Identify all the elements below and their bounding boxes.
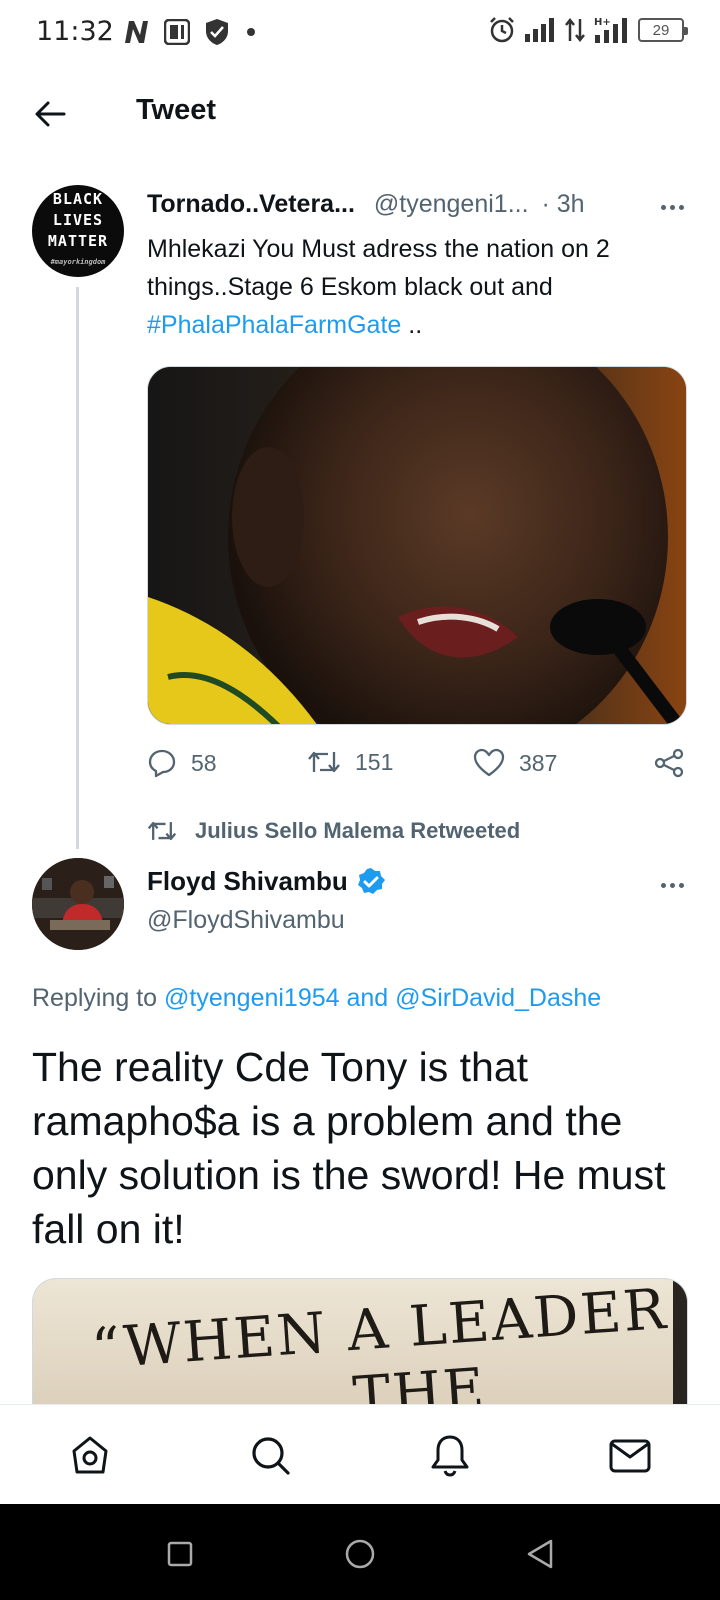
retweet-icon: [147, 821, 177, 841]
hashtag-link[interactable]: #PhalaPhalaFarmGate: [147, 311, 401, 339]
heart-icon: [473, 748, 505, 777]
page-title: Tweet: [136, 94, 217, 126]
search-icon[interactable]: [246, 1431, 294, 1479]
reply-count: 58: [191, 749, 217, 776]
top-bar: Tweet: [0, 70, 720, 154]
dot-icon: [244, 25, 258, 39]
replying-prefix: Replying to: [32, 984, 165, 1012]
retweet-icon: [308, 751, 340, 773]
replying-user-link[interactable]: @tyengeni1954: [164, 984, 340, 1012]
shield-icon: [204, 18, 230, 46]
retweeted-by-text: Julius Sello Malema Retweeted: [195, 818, 521, 843]
tweet-actions: 58 151 387: [147, 748, 692, 788]
signal-icon: [524, 18, 556, 42]
parking-notification-icon: [164, 19, 190, 45]
bottom-nav: [0, 1404, 720, 1504]
avatar-photo: [32, 858, 124, 950]
data-arrows-icon: [564, 17, 586, 43]
reply-icon: [148, 749, 176, 778]
tweet-text: Mhlekazi You Must adress the nation on 2…: [147, 230, 687, 344]
share-button[interactable]: [653, 748, 685, 778]
author-name[interactable]: Floyd Shivambu: [147, 866, 348, 897]
system-nav-bar: [0, 1504, 720, 1600]
tweet-text-tail: ..: [401, 311, 423, 339]
thread-line: [76, 287, 79, 849]
image-edge: [673, 1279, 687, 1408]
like-button[interactable]: 387: [473, 748, 557, 778]
retweeted-banner[interactable]: Julius Sello Malema Retweeted: [147, 818, 520, 844]
retweet-count: 151: [355, 748, 394, 775]
recents-icon[interactable]: [160, 1534, 200, 1574]
avatar-text-line: BLACK: [52, 190, 104, 208]
status-time: 11:32: [36, 16, 114, 47]
tweet-header: Tornado..Vetera... @tyengeni1... · 3h: [147, 190, 585, 219]
more-options-icon[interactable]: [652, 870, 692, 900]
back-triangle-icon[interactable]: [520, 1534, 560, 1574]
svg-text:H+: H+: [594, 17, 611, 28]
notifications-icon[interactable]: [426, 1431, 474, 1479]
photo-illustration: [148, 367, 686, 724]
author-name[interactable]: Tornado..Vetera...: [147, 190, 355, 218]
battery-level: 29: [652, 21, 670, 39]
tweet-text-line: Mhlekazi You Must adress the nation on 2: [147, 235, 610, 263]
status-bar: 11:32 H+ 29: [0, 0, 720, 66]
tweet-text-line: things..Stage 6 Eskom black out and: [147, 273, 553, 301]
avatar-text-line: MATTER: [47, 232, 109, 250]
alarm-icon: [488, 16, 516, 44]
author-handle[interactable]: @FloydShivambu: [147, 906, 345, 935]
home-circle-icon[interactable]: [340, 1534, 380, 1574]
home-icon[interactable]: [66, 1431, 114, 1479]
avatar-caption: #mayorkingdom: [50, 258, 106, 266]
share-icon: [654, 748, 684, 778]
tweet-text: The reality Cde Tony is that ramapho$a i…: [32, 1044, 666, 1252]
battery-icon: 29: [638, 18, 688, 42]
back-arrow-icon[interactable]: [28, 92, 72, 136]
verified-badge-icon: [357, 867, 385, 894]
more-options-icon[interactable]: [652, 192, 692, 222]
reply-button[interactable]: 58: [147, 748, 217, 778]
messages-icon[interactable]: [606, 1431, 654, 1479]
replying-and: and: [339, 984, 396, 1012]
retweet-button[interactable]: 151: [307, 748, 393, 776]
n-notification-icon: [122, 19, 150, 45]
like-count: 387: [519, 749, 558, 776]
tweet-time: · 3h: [541, 190, 585, 218]
avatar[interactable]: BLACK LIVES MATTER #mayorkingdom: [32, 185, 124, 277]
author-name-row: Floyd Shivambu: [147, 866, 386, 897]
replying-user-link[interactable]: @SirDavid_Dashe: [395, 984, 601, 1012]
image-text-partial: THE: [350, 1356, 489, 1408]
replying-to: Replying to @tyengeni1954 and @SirDavid_…: [32, 984, 601, 1013]
tweet-image[interactable]: [147, 366, 687, 725]
author-handle[interactable]: @tyengeni1...: [374, 190, 529, 218]
h-plus-signal-icon: H+: [594, 16, 630, 44]
avatar-text-line: LIVES: [52, 211, 104, 229]
avatar[interactable]: [32, 858, 124, 950]
tweet-image[interactable]: “WHEN A LEADER THE: [32, 1278, 688, 1408]
